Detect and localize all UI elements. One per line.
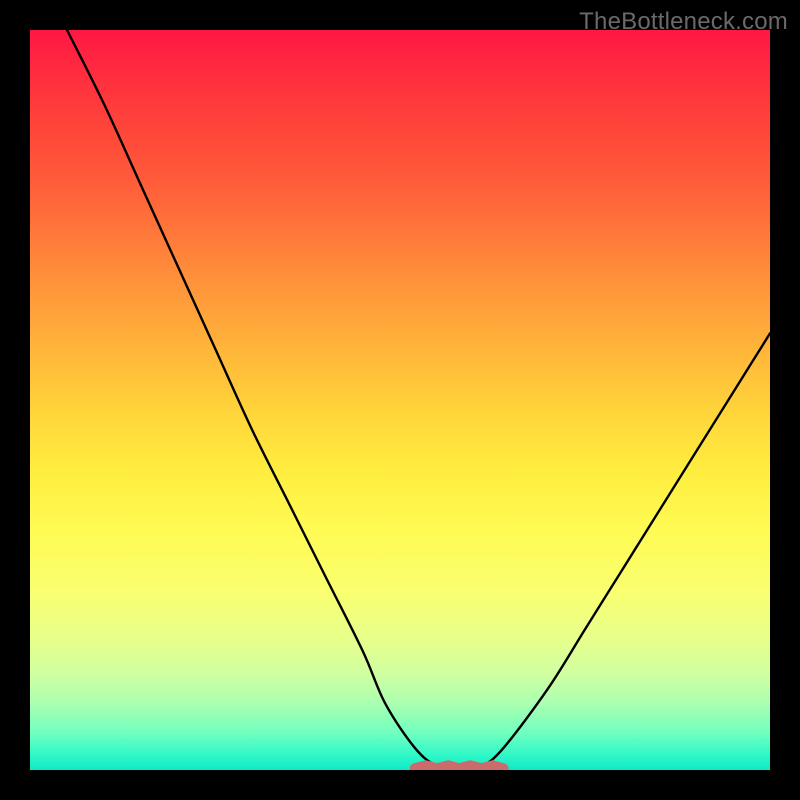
flat-region-highlight — [415, 765, 504, 768]
chart-frame: TheBottleneck.com — [0, 0, 800, 800]
curve-svg — [30, 30, 770, 770]
watermark-text: TheBottleneck.com — [579, 8, 788, 36]
plot-area — [30, 30, 770, 770]
bottleneck-curve — [67, 30, 770, 770]
